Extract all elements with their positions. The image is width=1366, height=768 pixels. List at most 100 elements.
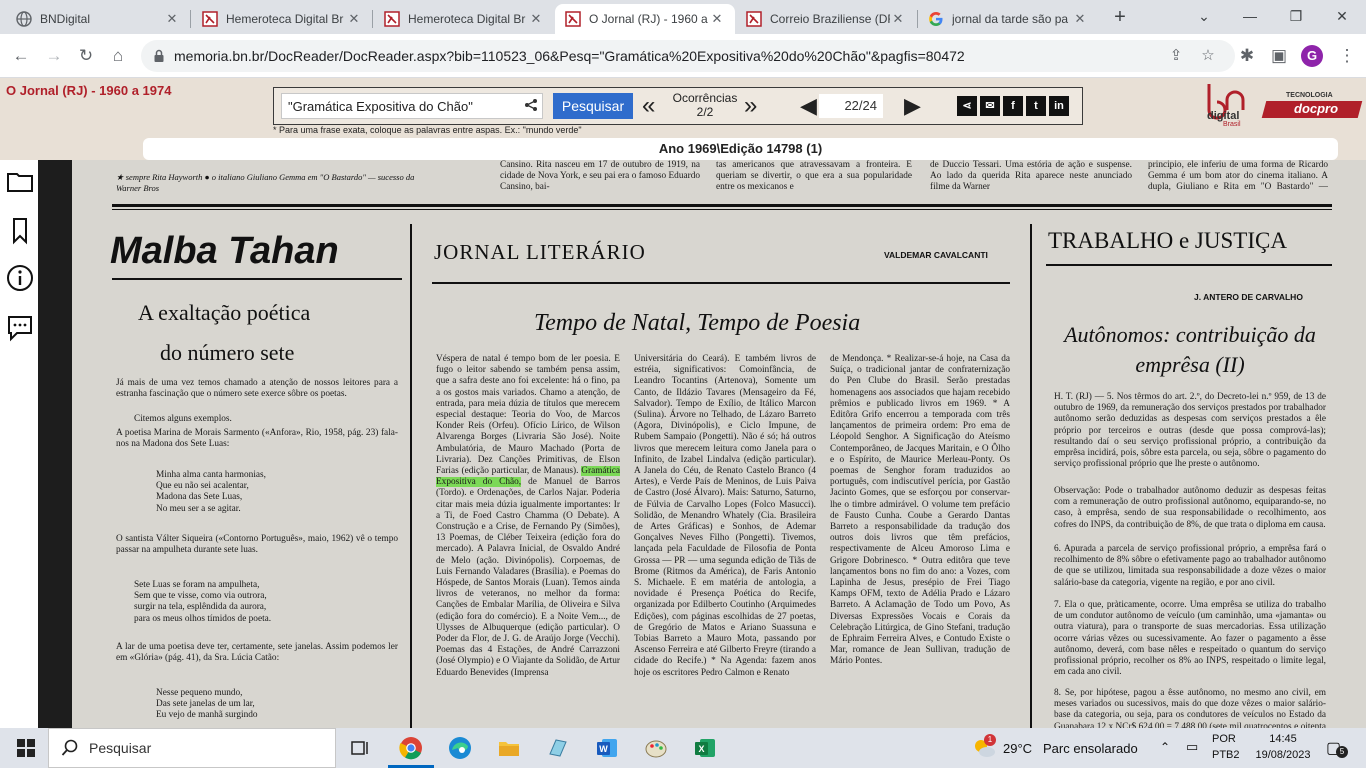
col1-paragraph-2: Citemos alguns exemplos. (134, 414, 232, 424)
folder-icon[interactable] (5, 166, 35, 196)
info-icon[interactable] (5, 263, 35, 293)
network-icon[interactable]: ▭ (1186, 739, 1198, 768)
language-indicator[interactable]: POR PTB2 (1212, 728, 1252, 768)
col1-paragraph-1: Já mais de uma vez temos chamado a atenç… (116, 378, 398, 400)
col2-article-column-2: Universitária do Ceará). E também livros… (634, 354, 816, 678)
file-explorer-icon[interactable] (495, 734, 523, 762)
col2-headline: Tempo de Natal, Tempo de Poesia (534, 310, 861, 336)
tab-o-jornal[interactable]: O Jornal (RJ) - 1960 a ✕ (555, 4, 735, 34)
newspaper-page-image[interactable]: ★ sempre Rita Hayworth ● o italiano Giul… (38, 160, 1366, 728)
excel-icon[interactable]: X (691, 734, 719, 762)
bn-digital-logo[interactable]: digital Brasil (1203, 80, 1255, 128)
tab-correio-braziliense[interactable]: Correio Braziliense (DF ✕ (736, 4, 916, 34)
home-button[interactable]: ⌂ (105, 43, 131, 69)
new-tab-button[interactable]: + (1108, 6, 1132, 30)
taskbar-search[interactable]: Pesquisar (48, 728, 336, 768)
prev-page-icon[interactable]: ◀ (800, 93, 817, 119)
chrome-icon[interactable] (397, 734, 425, 762)
prev-occurrence-icon[interactable]: « (642, 93, 655, 119)
email-icon[interactable]: ✉ (980, 96, 1000, 116)
lang-primary: POR (1212, 733, 1236, 745)
col3-headline: Autônomos: contribuição da emprêsa (II) (1064, 322, 1316, 377)
tab-title: BNDigital (40, 12, 91, 26)
col1-paragraph-4: O santista Válter Siqueira («Contorno Po… (116, 534, 398, 556)
comment-icon[interactable] (5, 312, 35, 342)
clock[interactable]: 14:45 19/08/2023 (1248, 728, 1318, 768)
col2-text-post: de Manuel de Barros (Tordo). e Ordenaçõe… (436, 477, 620, 678)
word-icon[interactable]: W (593, 734, 621, 762)
page-number-input[interactable]: 22/24 (819, 94, 883, 118)
search-button[interactable]: Pesquisar (553, 93, 633, 119)
weather-widget[interactable]: 1 29°C Parc ensolarado (972, 728, 1162, 768)
occurrences-value: 2/2 (696, 105, 714, 119)
col2-section-title: JORNAL LITERÁRIO (434, 240, 646, 264)
task-view-icon[interactable] (346, 734, 374, 762)
bookmark-star-icon[interactable]: ☆ (1197, 45, 1219, 67)
tab-google-search[interactable]: jornal da tarde são pa ✕ (918, 4, 1098, 34)
tab-hemeroteca-2[interactable]: Hemeroteca Digital Br ✕ (374, 4, 554, 34)
collection-title: O Jornal (RJ) - 1960 a 1974 (6, 83, 172, 98)
menu-kebab-icon[interactable]: ⋮ (1334, 43, 1360, 69)
twitter-icon[interactable]: t (1026, 96, 1046, 116)
col2-byline: VALDEMAR CAVALCANTI (884, 250, 988, 260)
minimize-button[interactable]: — (1238, 4, 1262, 28)
linkedin-icon[interactable]: in (1049, 96, 1069, 116)
avatar[interactable]: G (1301, 45, 1323, 67)
bookmark-icon[interactable] (5, 215, 35, 245)
lang-secondary: PTB2 (1212, 749, 1240, 761)
forward-button[interactable]: → (41, 43, 67, 69)
notification-count: 5 (1336, 746, 1348, 758)
logo-sub: Brasil (1223, 121, 1241, 128)
facebook-icon[interactable]: f (1003, 96, 1023, 116)
extensions-icon[interactable]: ✱ (1234, 43, 1260, 69)
share-search-icon[interactable] (524, 98, 538, 115)
col2-text-pre: Véspera de natal é tempo bom de ler poes… (436, 354, 620, 477)
edge-icon[interactable] (446, 734, 474, 762)
next-page-icon[interactable]: ▶ (904, 93, 921, 119)
tab-title: Hemeroteca Digital Br (408, 12, 526, 26)
bn-icon (565, 11, 581, 27)
share-icon[interactable]: ⇪ (1165, 45, 1187, 67)
app-icon[interactable] (544, 734, 572, 762)
notifications-button[interactable]: ▢ 5 (1324, 728, 1348, 768)
tab-title: jornal da tarde são pa (952, 12, 1069, 26)
close-icon[interactable]: ✕ (164, 11, 180, 27)
col1-headline: Malba Tahan (110, 230, 339, 272)
col3-byline: J. ANTERO DE CARVALHO (1194, 292, 1303, 302)
address-bar[interactable]: memoria.bn.br/DocReader/DocReader.aspx?b… (141, 40, 1235, 72)
close-icon[interactable]: ✕ (528, 11, 544, 27)
partner-top: TECNOLOGIA (1286, 92, 1333, 99)
maximize-button[interactable]: ❐ (1284, 4, 1308, 28)
occurrences-counter: Ocorrências 2/2 (670, 91, 740, 119)
side-panel-icon[interactable]: ▣ (1266, 43, 1292, 69)
tab-title: O Jornal (RJ) - 1960 a (589, 12, 708, 26)
tab-hemeroteca-1[interactable]: Hemeroteca Digital Br ✕ (192, 4, 372, 34)
top-snippet-3: de Duccio Tessari. Uma estória de ação e… (930, 160, 1132, 193)
search-input[interactable]: "Gramática Expositiva do Chão" (281, 93, 543, 119)
close-icon[interactable]: ✕ (346, 11, 362, 27)
lock-icon[interactable] (151, 48, 167, 64)
col3-paragraph-1: H. T. (RJ) — 5. Nos têrmos do art. 2.º, … (1054, 392, 1326, 470)
col1-verse-1: Minha alma canta harmonias, Que eu não s… (156, 470, 266, 514)
reload-button[interactable]: ↻ (73, 43, 99, 69)
url-text[interactable]: memoria.bn.br/DocReader/DocReader.aspx?b… (174, 48, 965, 64)
reader-search-bar: "Gramática Expositiva do Chão" Pesquisar… (273, 87, 1083, 125)
col1-paragraph-5: A lar de uma poetisa deve ter, certament… (116, 642, 398, 664)
back-button[interactable]: ← (8, 43, 34, 69)
windows-taskbar: Pesquisar W X 1 29°C Parc ensolarado ⌃ ▭… (0, 728, 1366, 768)
tab-bndigital[interactable]: BNDigital ✕ (6, 4, 190, 34)
window-close-button[interactable]: ✕ (1330, 4, 1354, 28)
close-icon[interactable]: ✕ (1072, 11, 1088, 27)
close-icon[interactable]: ✕ (709, 11, 725, 27)
tab-search-chevron-icon[interactable]: ⌄ (1192, 4, 1216, 28)
next-occurrence-icon[interactable]: » (744, 93, 757, 119)
google-icon (928, 11, 944, 27)
tray-chevron-icon[interactable]: ⌃ (1160, 740, 1170, 768)
docpro-logo[interactable]: TECNOLOGIA docpro (1261, 92, 1364, 122)
share-icon[interactable]: ⋖ (957, 96, 977, 116)
svg-text:X: X (698, 744, 704, 754)
windows-start-icon[interactable] (12, 734, 40, 762)
close-icon[interactable]: ✕ (890, 11, 906, 27)
occurrences-label: Ocorrências (672, 91, 738, 105)
paint-icon[interactable] (642, 734, 670, 762)
